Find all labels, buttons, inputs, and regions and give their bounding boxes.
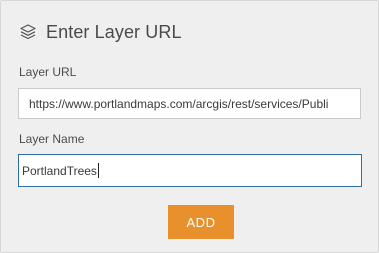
text-caret <box>97 163 99 178</box>
panel-title: Enter Layer URL <box>46 21 182 42</box>
add-button[interactable]: ADD <box>168 205 234 239</box>
layer-url-input[interactable]: https://www.portlandmaps.com/arcgis/rest… <box>18 88 361 119</box>
layer-name-input[interactable]: PortlandTrees <box>18 154 362 187</box>
layer-name-value: PortlandTrees <box>22 163 97 178</box>
add-layer-panel: Enter Layer URL Layer URL https://www.po… <box>0 0 379 253</box>
panel-header: Enter Layer URL <box>19 19 182 45</box>
layer-url-value: https://www.portlandmaps.com/arcgis/rest… <box>29 96 329 111</box>
layers-icon <box>19 23 37 41</box>
layer-name-label: Layer Name <box>19 132 85 146</box>
layer-url-label: Layer URL <box>19 65 77 79</box>
